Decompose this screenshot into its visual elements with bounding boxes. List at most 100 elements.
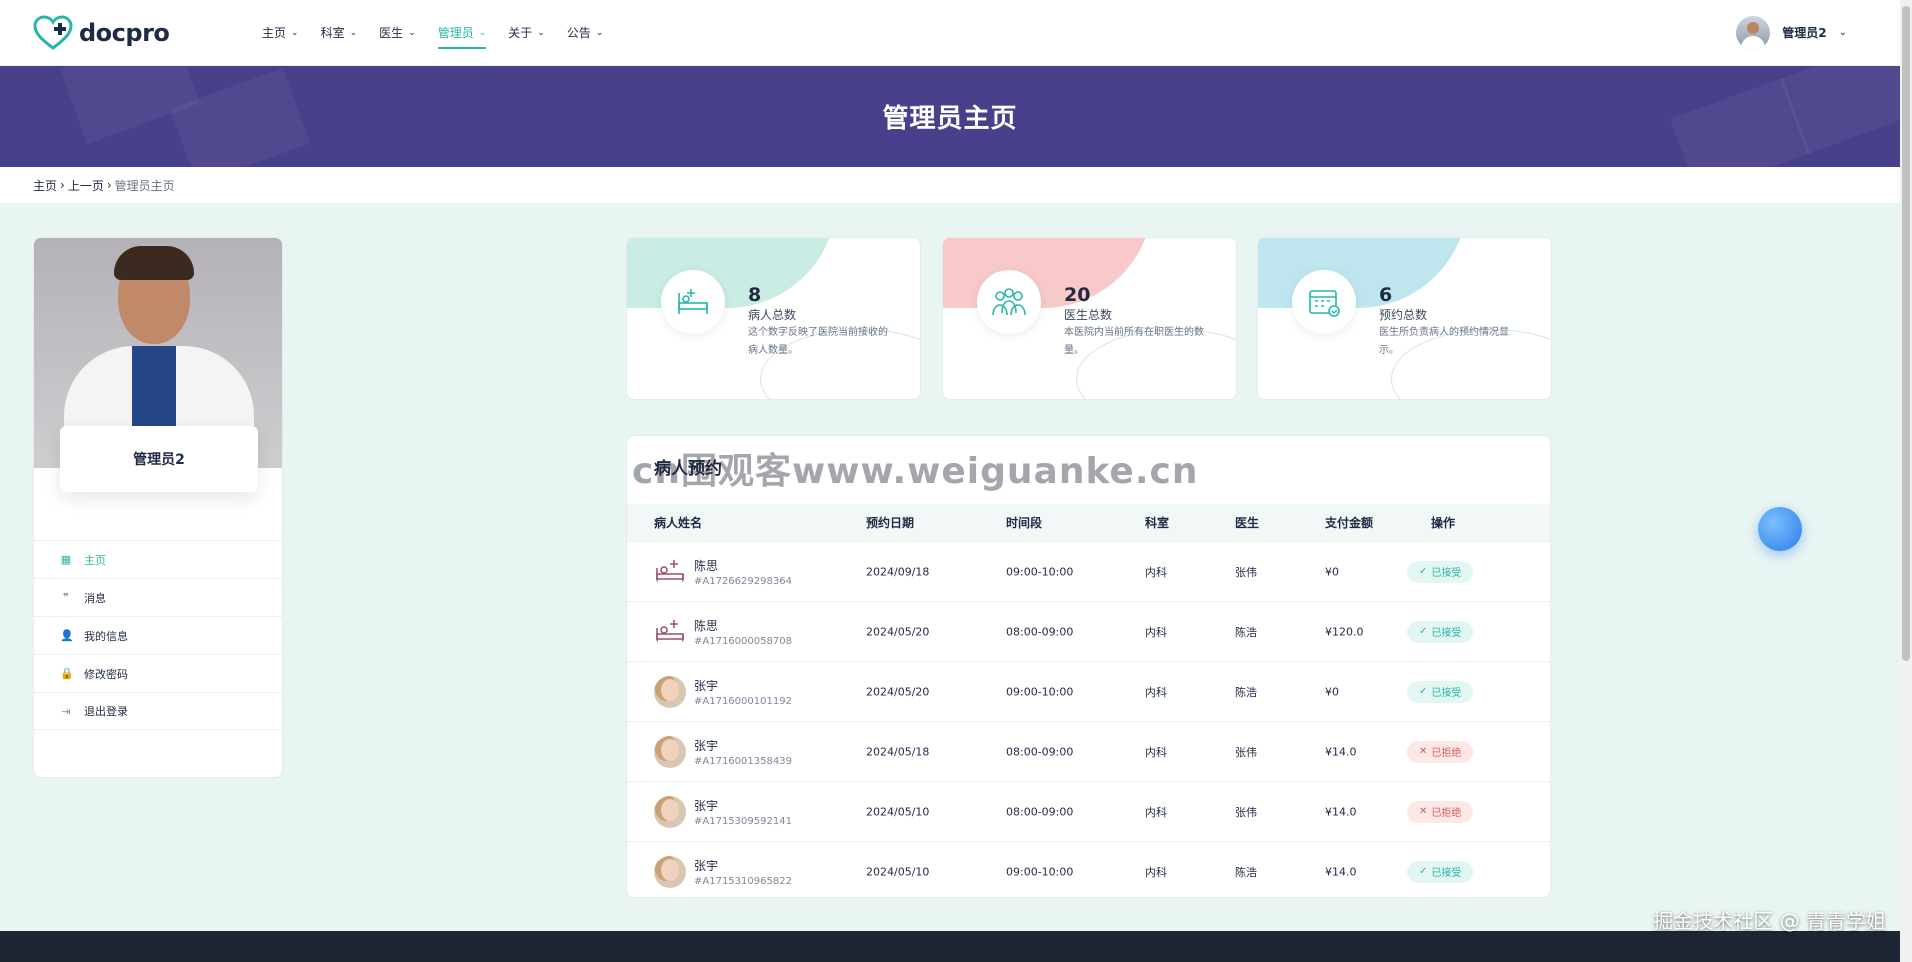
table-row[interactable]: 张宇 #A1715310965822 2024/05/10 09:00-10:00 内科… <box>627 841 1550 897</box>
status-badge[interactable]: ✕ 已拒绝 <box>1407 800 1474 823</box>
lock-icon: 🔒 <box>60 667 74 680</box>
floating-action-button[interactable] <box>1758 507 1802 551</box>
nav-item-1[interactable]: 科室 ⌄ <box>321 0 358 65</box>
page-scrollbar[interactable] <box>1900 0 1912 962</box>
doctor-name: 陈浩 <box>1235 625 1257 639</box>
status-badge[interactable]: ✓ 已接受 <box>1407 620 1474 643</box>
patient-info: 陈思 #A1716000058708 <box>694 617 792 647</box>
calendar-icon <box>1292 270 1356 334</box>
sidebar-item-label: 消息 <box>84 591 106 605</box>
breadcrumb-home[interactable]: 主页 <box>33 177 57 194</box>
table-row[interactable]: 张宇 #A1716001358439 2024/05/18 08:00-09:00 内科… <box>627 721 1550 781</box>
nav-item-2[interactable]: 医生 ⌄ <box>379 0 416 65</box>
user-menu[interactable]: 管理员2 ⌄ <box>1736 15 1847 50</box>
stat-description: 这个数字反映了医院当前接收的病人数量。 <box>748 327 888 356</box>
column-header: 支付金额 <box>1325 516 1374 530</box>
sidebar-item-4[interactable]: ⇥ 退出登录 <box>34 692 282 730</box>
patient-info: 陈思 #A1726629298364 <box>694 557 792 587</box>
nav-item-label: 管理员 <box>437 26 474 40</box>
time-slot: 08:00-09:00 <box>1006 805 1074 818</box>
status-badge[interactable]: ✓ 已接受 <box>1407 560 1474 583</box>
nav-item-label: 主页 <box>262 26 287 40</box>
bed-icon <box>654 615 686 648</box>
stat-value: 8 <box>748 284 762 306</box>
appointment-date: 2024/05/18 <box>866 745 930 758</box>
status-label: 已接受 <box>1431 568 1462 579</box>
bed-icon <box>661 270 725 334</box>
patient-name: 张宇 <box>694 738 719 753</box>
status-badge[interactable]: ✓ 已接受 <box>1407 680 1474 703</box>
patient-cell: 陈思 #A1716000058708 <box>654 615 792 648</box>
payment-amount: ¥14.0 <box>1325 745 1357 758</box>
patient-name: 陈思 <box>694 618 719 633</box>
stat-description: 医生所负责病人的预约情况显示。 <box>1379 327 1509 356</box>
table-row[interactable]: 张宇 #A1715309592141 2024/05/10 08:00-09:00 内科… <box>627 781 1550 841</box>
avatar <box>654 675 686 708</box>
table-row[interactable]: 陈思 #A1716000058708 2024/05/20 08:00-09:00 内科… <box>627 601 1550 661</box>
status-label: 已拒绝 <box>1431 748 1462 759</box>
sidebar-item-1[interactable]: ❞ 消息 <box>34 578 282 616</box>
footer-band <box>0 931 1900 962</box>
patient-cell: 张宇 #A1716000101192 <box>654 675 792 708</box>
nav-item-label: 公告 <box>566 26 591 40</box>
stat-card-0: 8 病人总数 这个数字反映了医院当前接收的病人数量。 <box>626 237 921 400</box>
payment-amount: ¥0 <box>1325 685 1339 698</box>
time-slot: 09:00-10:00 <box>1006 565 1074 578</box>
logout-icon: ⇥ <box>61 704 71 718</box>
column-header: 预约日期 <box>866 516 915 530</box>
sidebar-item-label: 修改密码 <box>84 667 128 681</box>
avatar <box>654 735 686 768</box>
user-icon: 👤 <box>60 629 74 642</box>
breadcrumb-current: 管理员主页 <box>114 178 175 193</box>
sidebar-item-3[interactable]: 🔒 修改密码 <box>34 654 282 692</box>
sidebar-item-2[interactable]: 👤 我的信息 <box>34 616 282 654</box>
doctor-name: 陈浩 <box>1235 685 1257 699</box>
sidebar-item-0[interactable]: ▦ 主页 <box>34 540 282 578</box>
status-label: 已接受 <box>1431 688 1462 699</box>
department: 内科 <box>1145 625 1167 639</box>
patient-cell: 张宇 #A1715310965822 <box>654 855 792 888</box>
profile-menu: ▦ 主页 ❞ 消息 👤 我的信息 🔒 修改密码 ⇥ 退出登录 <box>34 540 282 730</box>
scrollbar-thumb[interactable] <box>1902 6 1910 661</box>
department: 内科 <box>1145 865 1167 879</box>
card-decor <box>1258 238 1468 308</box>
chat-icon: ❞ <box>63 591 69 604</box>
payment-amount: ¥14.0 <box>1325 865 1357 878</box>
table-row[interactable]: 张宇 #A1716000101192 2024/05/20 09:00-10:00 内科… <box>627 661 1550 721</box>
patient-info: 张宇 #A1716001358439 <box>694 737 792 767</box>
nav-item-4[interactable]: 关于 ⌄ <box>508 0 545 65</box>
status-label: 已接受 <box>1431 868 1462 879</box>
status-badge[interactable]: ✓ 已接受 <box>1407 860 1474 883</box>
status-label: 已接受 <box>1431 628 1462 639</box>
department: 内科 <box>1145 805 1167 819</box>
appointment-date: 2024/05/20 <box>866 685 930 698</box>
column-header: 病人姓名 <box>654 516 703 530</box>
status-badge[interactable]: ✕ 已拒绝 <box>1407 740 1474 763</box>
patient-name: 陈思 <box>694 558 719 573</box>
table-header: 病人姓名 预约日期 时间段 科室 医生 支付金额 操作 <box>627 504 1550 541</box>
breadcrumb-separator: › <box>60 178 65 192</box>
patient-cell: 张宇 #A1716001358439 <box>654 735 792 768</box>
patient-cell: 陈思 #A1726629298364 <box>654 555 792 588</box>
department: 内科 <box>1145 745 1167 759</box>
sidebar-item-label: 主页 <box>84 553 106 567</box>
doctor-name: 张伟 <box>1235 805 1257 819</box>
doctor-name: 张伟 <box>1235 565 1257 579</box>
chevron-down-icon: ⌄ <box>1838 27 1847 38</box>
main-menu: 主页 ⌄ 科室 ⌄ 医生 ⌄ 管理员 ⌄ 关于 ⌄ 公告 ⌄ <box>262 0 603 65</box>
bed-icon <box>654 555 686 588</box>
table-row[interactable]: 陈思 #A1726629298364 2024/09/18 09:00-10:00 内科… <box>627 541 1550 601</box>
department: 内科 <box>1145 685 1167 699</box>
breadcrumb-prev[interactable]: 上一页 <box>68 177 104 194</box>
patient-name: 张宇 <box>694 858 719 873</box>
doctor-name: 张伟 <box>1235 745 1257 759</box>
brand-logo[interactable]: docpro <box>33 14 262 51</box>
close-icon: ✕ <box>1419 806 1428 817</box>
appointment-date: 2024/05/20 <box>866 625 930 638</box>
nav-item-0[interactable]: 主页 ⌄ <box>262 0 299 65</box>
patient-id: #A1716000058708 <box>694 635 792 647</box>
nav-item-5[interactable]: 公告 ⌄ <box>567 0 604 65</box>
patient-id: #A1715309592141 <box>694 815 792 827</box>
dashboard-icon: ▦ <box>60 553 72 566</box>
nav-item-3[interactable]: 管理员 ⌄ <box>437 0 486 65</box>
